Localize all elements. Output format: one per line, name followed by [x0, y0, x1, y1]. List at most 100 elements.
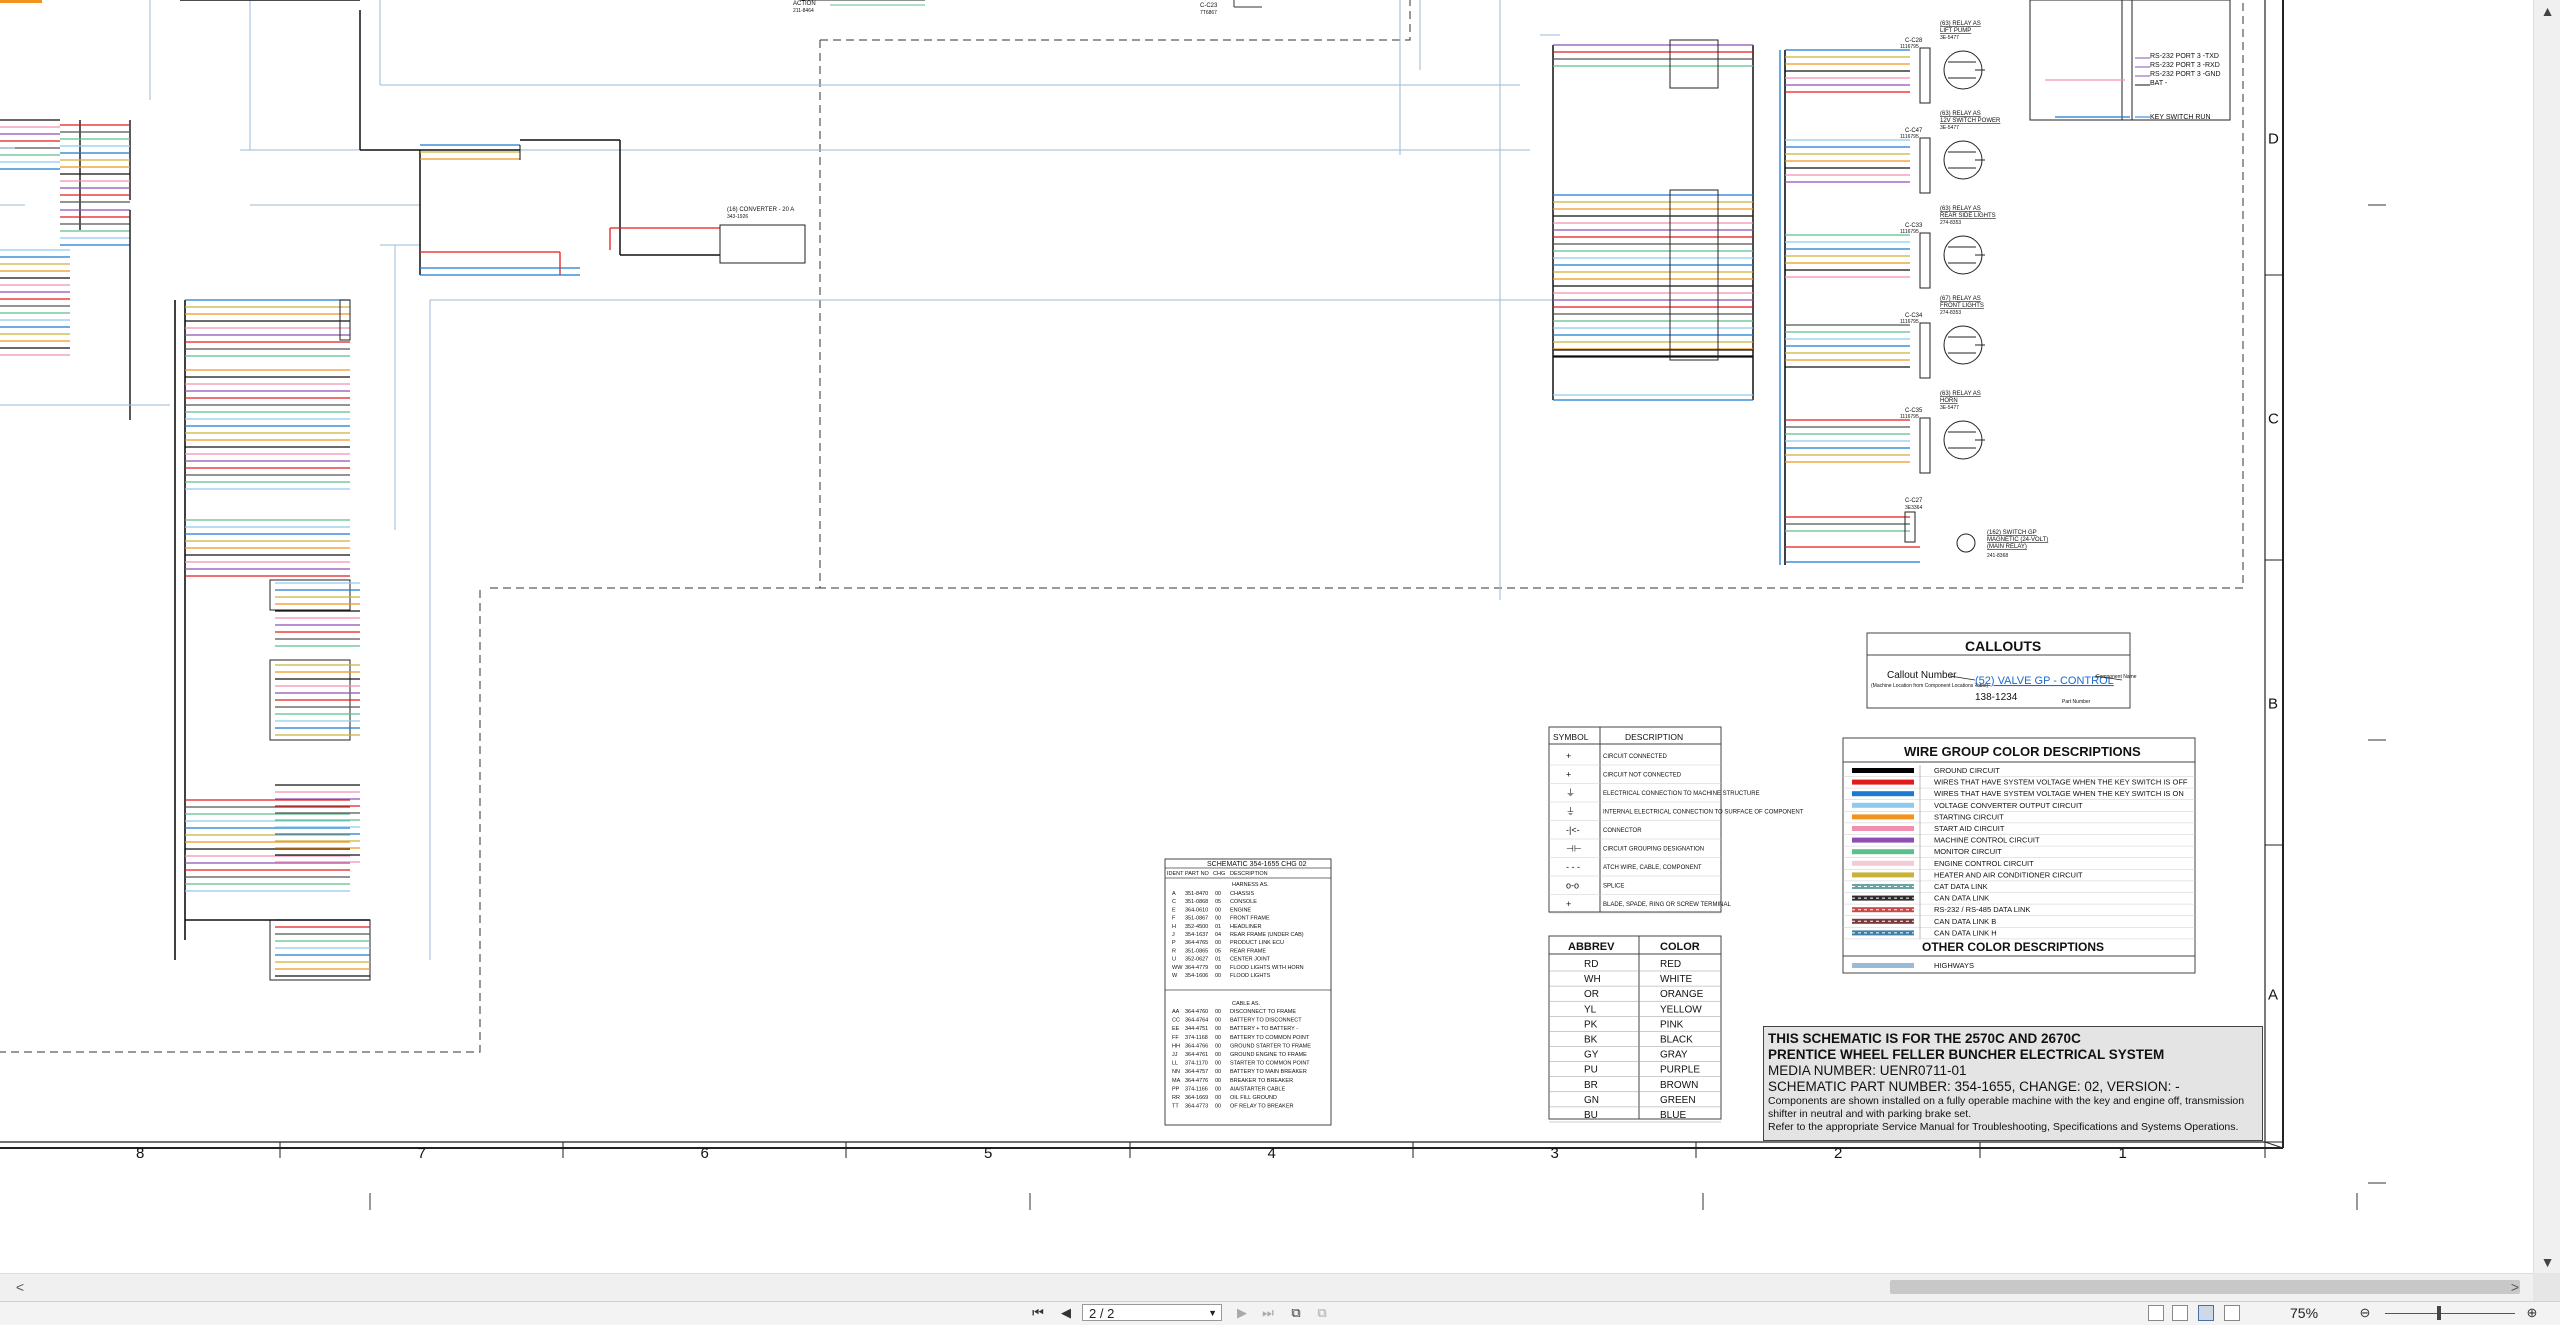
- harness-cell: HH: [1172, 1043, 1180, 1049]
- zoom-slider[interactable]: [2385, 1313, 2515, 1314]
- chevron-down-icon[interactable]: ▼: [1208, 1305, 1217, 1322]
- wire-color-label-8: ENGINE CONTROL CIRCUIT: [1934, 859, 2034, 868]
- harness-title: SCHEMATIC 354-1655 CHG 02: [1207, 861, 1307, 868]
- symbol-desc-5: CIRCUIT GROUPING DESIGNATION: [1603, 847, 1704, 853]
- highways-label: HIGHWAYS: [1934, 961, 1974, 970]
- horizontal-scrollbar[interactable]: < >: [0, 1273, 2533, 1302]
- connector-block: [339, 299, 351, 341]
- wire-color-label-6: MACHINE CONTROL CIRCUIT: [1934, 836, 2040, 845]
- harness-cell: FRONT FRAME: [1230, 916, 1270, 922]
- scroll-left-icon[interactable]: <: [10, 1277, 30, 1297]
- harness-cell: BATTERY TO DISCONNECT: [1230, 1018, 1302, 1024]
- harness-cell: 364-4765: [1185, 940, 1208, 946]
- zone-label-4: 4: [1268, 1145, 1276, 1162]
- color-PU: PURPLE: [1660, 1065, 1700, 1076]
- previous-view-icon[interactable]: ⧉: [1286, 1304, 1306, 1322]
- vertical-scrollbar[interactable]: ▲ ▼: [2533, 0, 2560, 1273]
- row-label-D: D: [2268, 131, 2279, 148]
- relay-callout-label: (63) RELAY AS: [1940, 206, 1981, 212]
- harness-cell: EE: [1172, 1026, 1180, 1032]
- zoom-out-icon[interactable]: ⊖: [2355, 1304, 2375, 1322]
- rs232-label-p2: RS-232 PORT 3 -RXD: [2150, 62, 2220, 69]
- symbol-desc-6: ATCH WIRE, CABLE, COMPONENT: [1603, 865, 1702, 871]
- zoom-in-icon[interactable]: ⊕: [2522, 1304, 2542, 1322]
- wire-color-label-11: CAN DATA LINK: [1934, 894, 1989, 903]
- scroll-down-icon[interactable]: ▼: [2534, 1251, 2560, 1273]
- harness-cell: MA: [1172, 1078, 1181, 1084]
- wire-color-swatch: [1852, 837, 1914, 843]
- harness-cell: R: [1172, 948, 1176, 954]
- zone-label-5: 5: [984, 1145, 992, 1162]
- connector-block: [269, 919, 371, 981]
- symbol-desc-1: CIRCUIT NOT CONNECTED: [1603, 773, 1682, 779]
- wire-color-label-14: CAN DATA LINK H: [1934, 928, 1997, 937]
- harness-cell: GROUND ENGINE TO FRAME: [1230, 1052, 1307, 1058]
- harness-cell: 352-4500: [1185, 924, 1208, 930]
- abbrev-PU: PU: [1584, 1065, 1598, 1076]
- relay-connector-part: 1116795: [1900, 44, 1919, 50]
- harness-cell: CC: [1172, 1018, 1180, 1024]
- title-line-1: THIS SCHEMATIC IS FOR THE 2570C AND 2670…: [1768, 1031, 2081, 1046]
- harness-cell: 00: [1215, 965, 1221, 971]
- harness-cell: FLOOD LIGHTS WITH HORN: [1230, 965, 1304, 971]
- symbol-glyph-6: - - -: [1566, 862, 1580, 872]
- next-view-icon[interactable]: ⧉: [1312, 1304, 1332, 1322]
- title-line-2: PRENTICE WHEEL FELLER BUNCHER ELECTRICAL…: [1768, 1047, 2165, 1062]
- harness-cell: 00: [1215, 1078, 1221, 1084]
- relay-part-label: 3E-5477: [1940, 125, 1959, 131]
- relay-name-label: LIFT PUMP: [1940, 28, 1971, 34]
- first-page-icon[interactable]: ⏮: [1028, 1304, 1048, 1322]
- color-BR: BROWN: [1660, 1080, 1698, 1091]
- harness-cell: 374-1168: [1185, 1035, 1208, 1041]
- wire-color-swatch: [1852, 860, 1914, 866]
- scroll-right-icon[interactable]: >: [2505, 1277, 2525, 1297]
- wire-color-label-13: CAN DATA LINK B: [1934, 917, 1996, 926]
- relay-name-label: FRONT LIGHTS: [1940, 303, 1984, 309]
- connector-block: [269, 579, 351, 611]
- switch-connector-part: 3E3364: [1905, 505, 1922, 511]
- harness-cell: 351-8470: [1185, 891, 1208, 897]
- scroll-up-icon[interactable]: ▲: [2534, 0, 2560, 22]
- harness-cell: 05: [1215, 948, 1221, 954]
- color-BK: BLACK: [1660, 1035, 1693, 1046]
- color-YL: YELLOW: [1660, 1004, 1702, 1015]
- symbol-desc-2: ELECTRICAL CONNECTION TO MACHINE STRUCTU…: [1603, 791, 1760, 797]
- harness-cell: 00: [1215, 1095, 1221, 1101]
- zoom-slider-thumb[interactable]: [2437, 1306, 2441, 1320]
- wire-color-swatch: [1852, 768, 1914, 773]
- cc23-label: C-C23: [1200, 3, 1218, 9]
- page-number-input[interactable]: 2 / 2 ▼: [1082, 1304, 1222, 1321]
- continuous-view-icon[interactable]: [2172, 1305, 2188, 1321]
- harness-cell: 364-4760: [1185, 1009, 1208, 1015]
- next-page-icon[interactable]: ▶: [1232, 1304, 1252, 1322]
- harness-cell: BATTERY TO MAIN BREAKER: [1230, 1069, 1307, 1075]
- zoom-level: 75%: [2290, 1305, 2319, 1321]
- rs232-label-p3: RS-232 PORT 3 -GND: [2150, 71, 2221, 78]
- horizontal-scroll-thumb[interactable]: [1890, 1280, 2520, 1294]
- previous-page-icon[interactable]: ◀: [1056, 1304, 1076, 1322]
- cc23-part-label: 7T6867: [1200, 10, 1217, 16]
- relay-connector: [1919, 47, 1931, 104]
- page-number-value: 2 / 2: [1089, 1306, 1115, 1321]
- harness-cell: 351-0867: [1185, 916, 1208, 922]
- relay-callout-label: (63) RELAY AS: [1940, 111, 1981, 117]
- relay-connector: [1919, 322, 1931, 379]
- harness-cell: 364-4776: [1185, 1078, 1208, 1084]
- symbol-glyph-8: +: [1566, 899, 1571, 909]
- two-page-continuous-view-icon[interactable]: [2224, 1305, 2240, 1321]
- harness-cell: BATTERY TO COMMON POINT: [1230, 1035, 1310, 1041]
- harness-col-ident: IDENT: [1167, 871, 1184, 877]
- single-page-view-icon[interactable]: [2148, 1305, 2164, 1321]
- harness-col-part: PART NO: [1185, 871, 1210, 877]
- harness-cell: 374-1170: [1185, 1061, 1208, 1067]
- harness-cell: 364-0610: [1185, 907, 1208, 913]
- two-page-view-icon[interactable]: [2198, 1305, 2214, 1321]
- harness-cell: AIA/STARTER CABLE: [1230, 1086, 1285, 1092]
- dashed-harness-boundary: [820, 0, 1411, 41]
- harness-cell: 00: [1215, 1086, 1221, 1092]
- harness-cell: 00: [1215, 1009, 1221, 1015]
- last-page-icon[interactable]: ⏭: [1258, 1304, 1278, 1322]
- harness-cell: OIL FILL GROUND: [1230, 1095, 1277, 1101]
- relay-part-label: 274-8353: [1940, 310, 1961, 316]
- harness-cell: BATTERY + TO BATTERY -: [1230, 1026, 1298, 1032]
